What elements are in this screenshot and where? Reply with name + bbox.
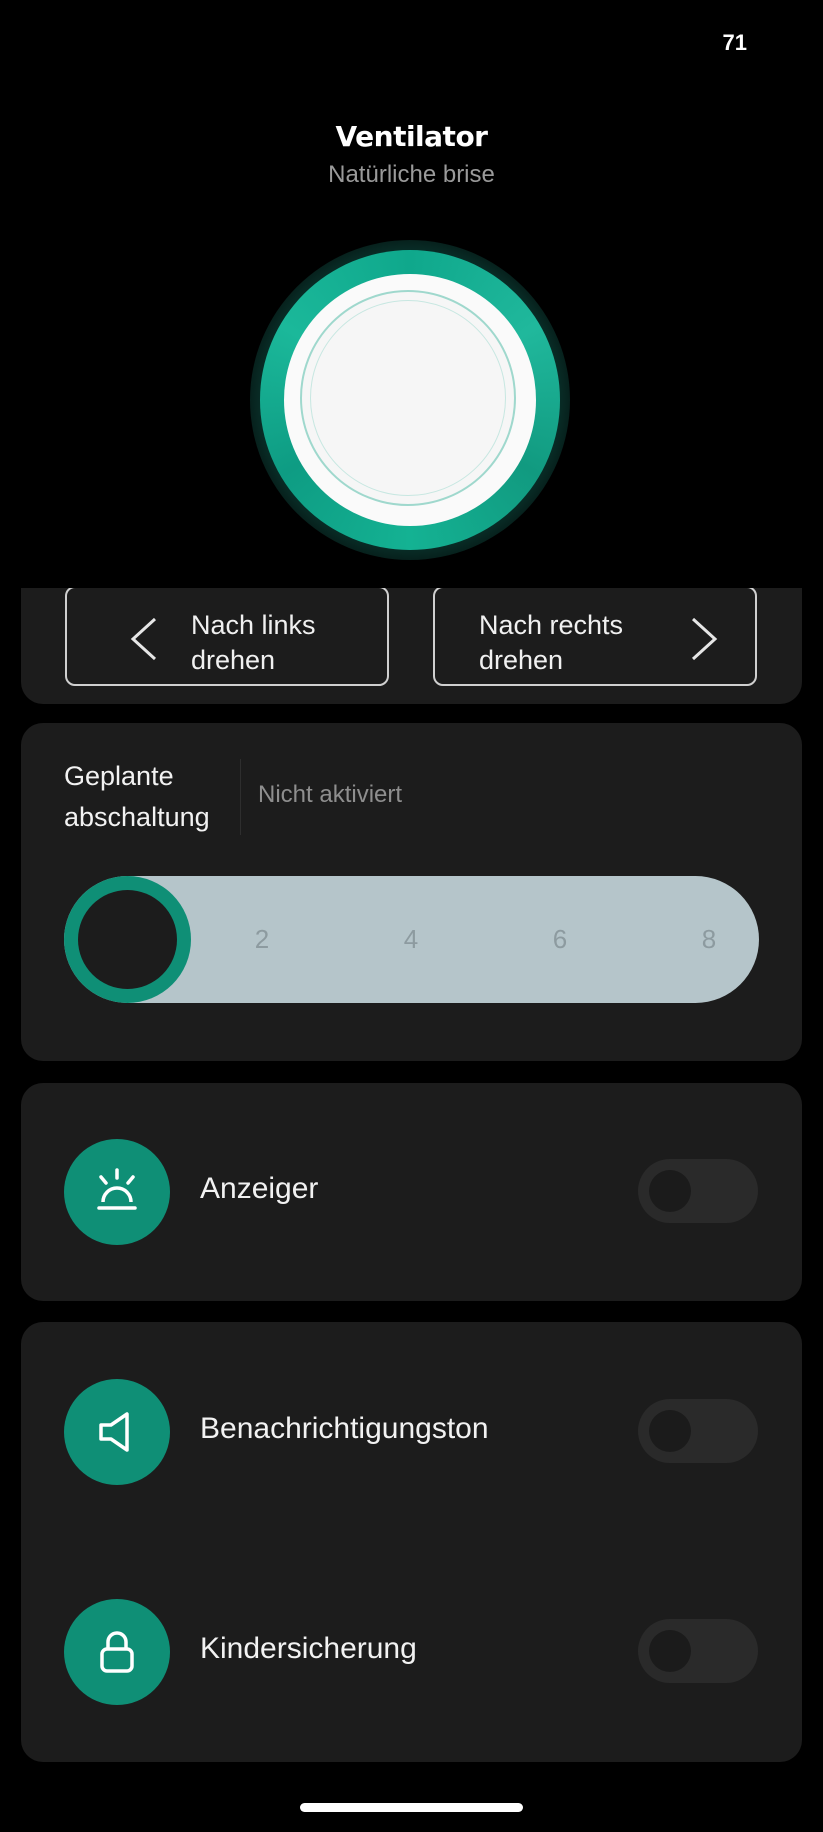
battery-level: 71 (722, 30, 747, 55)
divider (240, 759, 241, 835)
chevron-right-icon (691, 617, 718, 661)
page-title: Ventilator (335, 120, 488, 153)
notification-sound-toggle[interactable] (638, 1399, 758, 1463)
toggle-knob (649, 1630, 691, 1672)
fan-face (284, 274, 536, 526)
indicator-label: Anzeiger (200, 1172, 319, 1205)
chevron-left-icon (130, 617, 157, 661)
notification-sound-label: Benachrichtigungston (200, 1412, 489, 1445)
rotation-card: Nach links drehen Nach rechts drehen (21, 588, 802, 704)
notification-sound-row: Benachrichtigungston (21, 1379, 802, 1485)
slider-tick-4: 4 (403, 924, 419, 954)
indicator-card: Anzeiger (21, 1083, 802, 1301)
toggle-knob (649, 1170, 691, 1212)
slider-tick-2: 2 (254, 924, 270, 954)
child-lock-label: Kindersicherung (200, 1632, 417, 1665)
slider-thumb[interactable] (64, 876, 191, 1003)
toggle-knob (649, 1410, 691, 1452)
scheduled-shutdown-label: Geplante abschaltung (64, 761, 210, 832)
header: Ventilator Natürliche brise (0, 120, 823, 189)
mode-subtitle: Natürliche brise (328, 161, 495, 188)
speaker-icon (64, 1379, 170, 1485)
rotate-right-label: Nach rechts drehen (479, 610, 624, 675)
settings-card: Benachrichtigungston Kindersicherung (21, 1322, 802, 1762)
indicator-row: Anzeiger (21, 1139, 802, 1245)
rotate-left-button[interactable]: Nach links drehen (65, 588, 389, 686)
scheduled-shutdown-status: Nicht aktiviert (258, 781, 403, 808)
home-indicator[interactable] (300, 1803, 523, 1812)
lock-icon (64, 1599, 170, 1705)
child-lock-toggle[interactable] (638, 1619, 758, 1683)
alarm-light-icon (64, 1139, 170, 1245)
slider-tick-6: 6 (552, 924, 568, 954)
child-lock-row: Kindersicherung (21, 1599, 802, 1705)
rotate-left-label: Nach links drehen (191, 610, 316, 675)
rotation-card-viewport: Nach links drehen Nach rechts drehen (0, 588, 823, 704)
rotate-right-button[interactable]: Nach rechts drehen (433, 588, 757, 686)
fan-inner-ring-detail (310, 300, 506, 496)
indicator-toggle[interactable] (638, 1159, 758, 1223)
shutdown-timer-slider[interactable]: 2 4 6 8 (64, 876, 759, 1003)
fan-power-dial[interactable] (250, 240, 570, 560)
fan-inner-ring (300, 290, 516, 506)
scheduled-shutdown-card: Geplante abschaltung Nicht aktiviert 2 4… (21, 723, 802, 1061)
slider-tick-8: 8 (701, 924, 717, 954)
